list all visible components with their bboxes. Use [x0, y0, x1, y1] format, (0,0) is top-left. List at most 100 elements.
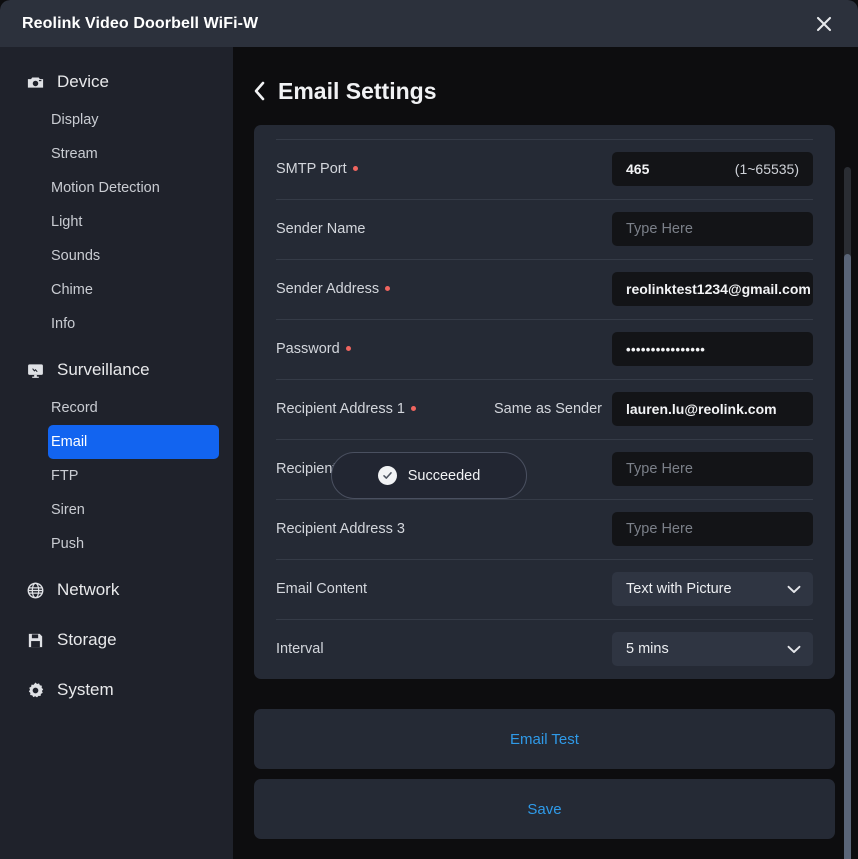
sender-address-control: reolinktest1234@gmail.com — [612, 272, 813, 306]
titlebar: Reolink Video Doorbell WiFi-W — [0, 0, 858, 47]
sidebar-item-ftp[interactable]: FTP — [48, 459, 219, 493]
floppy-disk-icon — [25, 630, 45, 650]
smtp-port-control: 465 (1~65535) — [612, 152, 813, 186]
sidebar-item-push[interactable]: Push — [48, 527, 219, 561]
sidebar-group-label: Surveillance — [57, 360, 150, 379]
email-content-select[interactable]: Text with Picture — [612, 572, 813, 606]
required-dot — [345, 346, 351, 351]
page-title: Email Settings — [278, 77, 437, 104]
form-label-recipient-address-3: Recipient Address 3 — [276, 521, 405, 537]
form-label-interval: Interval — [276, 641, 324, 657]
smtp-port-input[interactable]: 465 (1~65535) — [612, 152, 813, 186]
sender-name-input[interactable]: Type Here — [612, 212, 813, 246]
password-input[interactable]: •••••••••••••••• — [612, 332, 813, 366]
recipient-address-2-input[interactable]: Type Here — [612, 452, 813, 486]
form-label-recipient-address-1: Recipient Address 1 — [276, 401, 416, 417]
save-label: Save — [527, 800, 562, 818]
chevron-left-icon[interactable] — [251, 80, 267, 102]
label-text: Sender Name — [276, 221, 366, 237]
interval-value: 5 mins — [626, 641, 669, 657]
form-label-sender-name: Sender Name — [276, 221, 365, 237]
label-text: SMTP Port — [276, 161, 347, 177]
form-row-sender-address: Sender Address reolinktest1234@gmail.com — [254, 259, 835, 319]
gear-icon — [25, 680, 45, 700]
sidebar-item-siren[interactable]: Siren — [48, 493, 219, 527]
sidebar-item-label: Push — [51, 536, 85, 552]
email-content-control: Text with Picture — [612, 572, 813, 606]
form-row-password: Password •••••••••••••••• — [254, 319, 835, 379]
sender-name-control: Type Here — [612, 212, 813, 246]
form-label-password: Password — [276, 341, 351, 357]
sidebar-item-chime[interactable]: Chime — [48, 273, 219, 307]
sidebar-item-display[interactable]: Display — [48, 103, 219, 137]
recipient-address-3-control: Type Here — [612, 512, 813, 546]
close-icon[interactable] — [810, 10, 838, 38]
sidebar-item-info[interactable]: Info — [48, 307, 219, 341]
recipient-address-3-placeholder: Type Here — [626, 521, 693, 537]
email-content-value: Text with Picture — [626, 581, 732, 597]
label-text: Recipient Address 3 — [276, 521, 405, 537]
sidebar-item-sounds[interactable]: Sounds — [48, 239, 219, 273]
sidebar-item-record[interactable]: Record — [48, 391, 219, 425]
sidebar-group-system[interactable]: System — [0, 673, 233, 707]
recipient-address-2-control: Type Here — [612, 452, 813, 486]
sidebar-item-label: Siren — [51, 502, 85, 518]
globe-icon — [25, 580, 45, 600]
label-text: Sender Address — [276, 281, 380, 297]
interval-select[interactable]: 5 mins — [612, 632, 813, 666]
sidebar-group-label: Storage — [57, 630, 117, 649]
sidebar-group-device[interactable]: Device — [0, 65, 233, 99]
required-dot — [352, 166, 358, 171]
toast-notification: Succeeded — [331, 452, 527, 499]
form-row-ssl-tls — [254, 125, 835, 139]
password-masked-value: •••••••••••••••• — [626, 341, 706, 357]
email-test-button[interactable]: Email Test — [254, 709, 835, 769]
recipient-address-1-control: Same as Sender lauren.lu@reolink.com — [494, 392, 813, 426]
recipient-address-1-value: lauren.lu@reolink.com — [626, 401, 777, 417]
interval-control: 5 mins — [612, 632, 813, 666]
label-text: Password — [276, 341, 340, 357]
sidebar-item-label: Motion Detection — [51, 180, 160, 196]
sidebar-item-motion-detection[interactable]: Motion Detection — [48, 171, 219, 205]
main-panel: Email Settings SMTP Port 465 (1~65535) S… — [233, 47, 858, 859]
save-button[interactable]: Save — [254, 779, 835, 839]
password-control: •••••••••••••••• — [612, 332, 813, 366]
sender-address-input[interactable]: reolinktest1234@gmail.com — [612, 272, 813, 306]
check-circle-icon — [377, 466, 397, 485]
form-label-email-content: Email Content — [276, 581, 367, 597]
form-row-email-content: Email Content Text with Picture — [254, 559, 835, 619]
same-as-sender-label[interactable]: Same as Sender — [494, 401, 602, 417]
toast-message: Succeeded — [407, 467, 481, 484]
smtp-port-value: 465 — [626, 161, 650, 177]
sidebar-group-storage[interactable]: Storage — [0, 623, 233, 657]
sidebar-group-label: System — [57, 680, 114, 699]
sidebar-item-label: Info — [51, 316, 76, 332]
email-test-label: Email Test — [510, 730, 579, 748]
sender-name-placeholder: Type Here — [626, 221, 693, 237]
form-row-smtp-port: SMTP Port 465 (1~65535) — [254, 139, 835, 199]
sidebar: Device Display Stream Motion Detection L… — [0, 47, 233, 859]
app-window: Reolink Video Doorbell WiFi-W Device Dis… — [0, 0, 858, 859]
sidebar-item-label: Stream — [51, 146, 98, 162]
sidebar-item-label: Chime — [51, 282, 93, 298]
sidebar-item-stream[interactable]: Stream — [48, 137, 219, 171]
recipient-address-1-input[interactable]: lauren.lu@reolink.com — [612, 392, 813, 426]
form-row-recipient-address-3: Recipient Address 3 Type Here — [254, 499, 835, 559]
sidebar-item-light[interactable]: Light — [48, 205, 219, 239]
recipient-address-3-input[interactable]: Type Here — [612, 512, 813, 546]
smtp-port-range-hint: (1~65535) — [734, 161, 799, 177]
sidebar-group-label: Network — [57, 580, 120, 599]
sidebar-item-label: Record — [51, 400, 98, 416]
sidebar-item-label: Light — [51, 214, 83, 230]
sidebar-group-network[interactable]: Network — [0, 573, 233, 607]
recipient-address-2-placeholder: Type Here — [626, 461, 693, 477]
scrollbar-thumb[interactable] — [844, 254, 851, 859]
form-row-sender-name: Sender Name Type Here — [254, 199, 835, 259]
sidebar-item-email[interactable]: Email — [48, 425, 219, 459]
form-row-recipient-address-1: Recipient Address 1 Same as Sender laure… — [254, 379, 835, 439]
sidebar-group-surveillance[interactable]: Surveillance — [0, 353, 233, 387]
